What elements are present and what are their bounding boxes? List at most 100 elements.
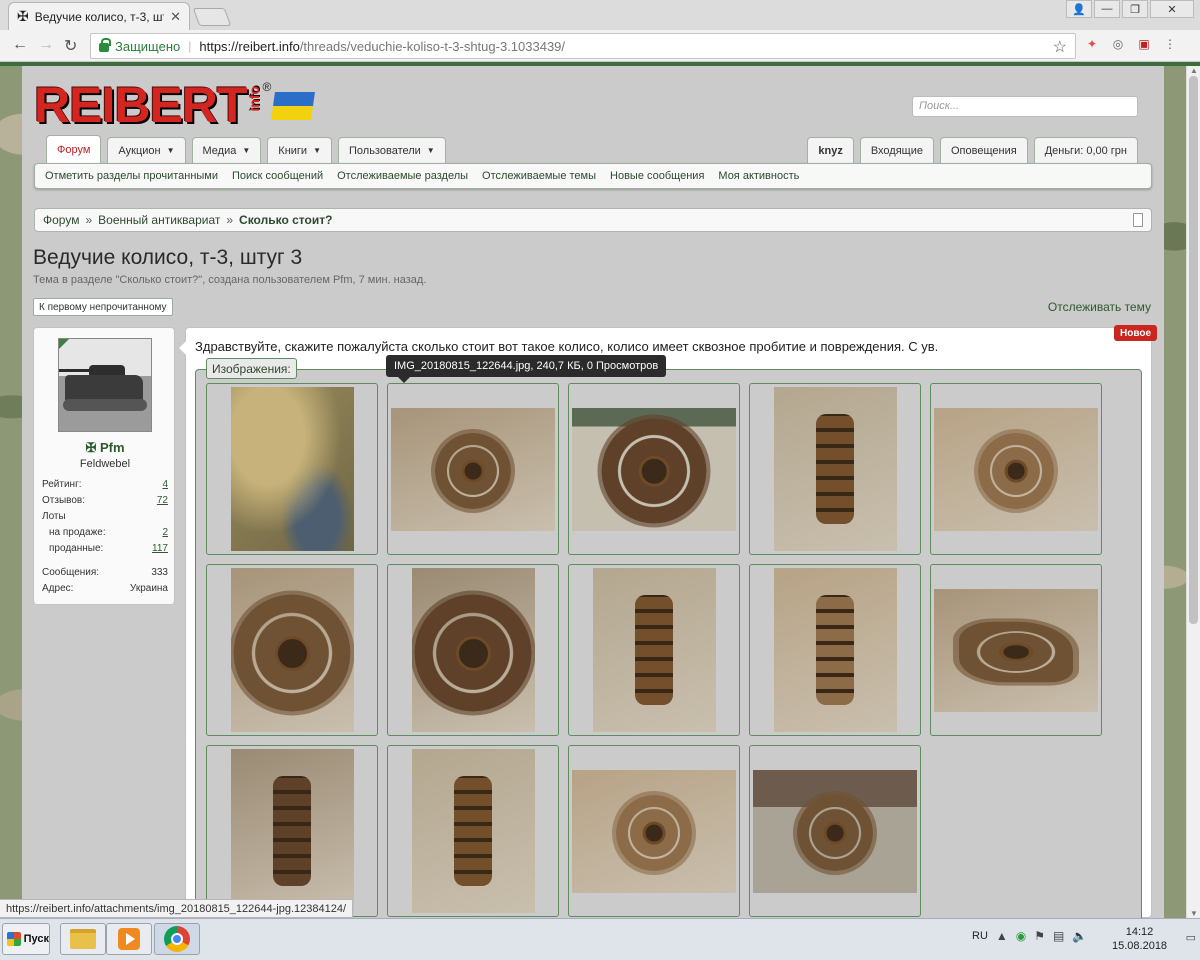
attachment-thumbnail[interactable] <box>206 564 378 736</box>
tray-app-icon[interactable]: ◉ <box>1016 929 1026 943</box>
subnav-watched-forums[interactable]: Отслеживаемые разделы <box>337 170 468 182</box>
taskbar-explorer[interactable] <box>60 923 106 955</box>
tab-media[interactable]: Медиа ▼ <box>191 137 262 163</box>
attachment-thumbnail[interactable] <box>749 745 921 917</box>
attachment-thumbnail[interactable] <box>930 383 1102 555</box>
author-name[interactable]: ✠ Pfm <box>34 440 176 456</box>
action-center-flag-icon[interactable]: ⚑ <box>1034 929 1045 943</box>
attachment-thumbnail[interactable] <box>568 745 740 917</box>
profile-icon[interactable]: 👤 <box>1066 0 1092 18</box>
scroll-down-icon[interactable]: ▼ <box>1190 909 1198 918</box>
breadcrumb-military[interactable]: Военный антиквариат <box>98 213 220 227</box>
author-stat-label: Отзывов: <box>42 494 85 506</box>
scrollbar-thumb[interactable] <box>1189 76 1198 624</box>
logo-suffix: info <box>246 86 263 112</box>
close-tab-icon[interactable]: ✕ <box>170 9 181 25</box>
sprocket-hub <box>274 635 310 671</box>
author-rank: Feldwebel <box>79 458 131 470</box>
tab-books[interactable]: Книги ▼ <box>267 137 332 163</box>
scroll-up-icon[interactable]: ▲ <box>1190 66 1198 75</box>
site-logo[interactable]: REIBERT info ® <box>34 80 316 130</box>
browser-tab[interactable]: ✠ Ведучие колисо, т-3, штуг ✕ <box>8 2 190 30</box>
chevron-down-icon: ▼ <box>166 146 175 155</box>
new-tab-button[interactable] <box>192 8 232 26</box>
browser-tab-title: Ведучие колисо, т-3, штуг <box>34 9 164 24</box>
subnav-my-activity[interactable]: Моя активность <box>718 170 799 182</box>
tab-money[interactable]: Деньги: 0,00 грн <box>1033 137 1138 163</box>
extension-shield-icon[interactable]: ▣ <box>1136 36 1152 52</box>
taskbar-chrome[interactable] <box>154 923 200 955</box>
media-player-icon <box>118 928 140 950</box>
forward-arrow-icon[interactable]: → <box>38 36 54 54</box>
tab-alerts[interactable]: Оповещения <box>939 137 1028 163</box>
attachment-thumbnail[interactable] <box>749 564 921 736</box>
close-window-icon[interactable]: ✕ <box>1150 0 1194 18</box>
taskbar-media-player[interactable] <box>106 923 152 955</box>
sprocket-hub <box>642 822 666 845</box>
extension-refresh-icon[interactable]: ◎ <box>1110 36 1126 52</box>
attachment-thumbnail[interactable] <box>930 564 1102 736</box>
first-unread-button[interactable]: К первому непрочитанному <box>33 298 173 316</box>
search-input[interactable]: Поиск... <box>912 96 1138 117</box>
page-icon[interactable] <box>1133 213 1143 227</box>
attachment-thumbnail[interactable] <box>387 564 559 736</box>
watch-thread-link[interactable]: Отслеживать тему <box>1048 300 1151 314</box>
volume-icon[interactable]: 🔈 <box>1072 929 1087 943</box>
author-stat-value[interactable]: 72 <box>157 495 168 506</box>
address-bar[interactable]: Защищено | https://reibert.info/threads/… <box>90 33 1076 59</box>
start-button[interactable]: Пуск <box>2 923 50 955</box>
breadcrumb-forum[interactable]: Форум <box>43 213 79 227</box>
tray-expand-icon[interactable]: ▲ <box>996 929 1008 943</box>
tab-username[interactable]: knyz <box>807 137 854 163</box>
attachment-thumbnail[interactable] <box>749 383 921 555</box>
start-label: Пуск <box>23 933 49 945</box>
notification-icon[interactable]: ▭ <box>1186 931 1196 944</box>
menu-icon[interactable]: ⋮ <box>1162 36 1178 52</box>
sprocket-hub <box>823 822 847 845</box>
tab-forum[interactable]: Форум <box>46 135 102 163</box>
tab-auction[interactable]: Аукцион ▼ <box>107 137 186 163</box>
author-stat-value: Украина <box>129 582 168 594</box>
attachment-thumbnail[interactable] <box>387 745 559 917</box>
extension-colorful-icon[interactable]: ✦ <box>1084 36 1100 52</box>
breadcrumb-current[interactable]: Сколько стоит? <box>239 213 332 227</box>
author-stat-value[interactable]: 2 <box>162 527 168 538</box>
post-message: Новое Здравствуйте, скажите пожалуйста с… <box>178 325 1157 918</box>
subnav-watched-threads[interactable]: Отслеживаемые темы <box>482 170 596 182</box>
attachment-thumbnail[interactable] <box>568 383 740 555</box>
author-stats: Рейтинг: 4 Отзывов: 72 Лоты на продаже: 2 прода… <box>42 476 168 596</box>
reload-icon[interactable]: ↻ <box>64 36 77 56</box>
clock[interactable]: 14:12 15.08.2018 <box>1112 925 1167 953</box>
language-indicator[interactable]: RU <box>972 930 988 942</box>
online-indicator <box>59 339 70 350</box>
tab-users[interactable]: Пользователи ▼ <box>338 137 446 163</box>
minimize-icon[interactable]: — <box>1094 0 1120 18</box>
sub-nav: Отметить разделы прочитанными Поиск сооб… <box>34 163 1152 189</box>
maximize-icon[interactable]: ❐ <box>1122 0 1148 18</box>
network-icon[interactable]: ▤ <box>1053 929 1064 943</box>
avatar[interactable] <box>58 338 152 432</box>
back-arrow-icon[interactable]: ← <box>12 36 28 54</box>
attachment-thumbnail[interactable] <box>387 383 559 555</box>
photo-sprocket-wide <box>572 407 736 531</box>
bookmark-star-icon[interactable]: ☆ <box>1053 37 1067 57</box>
vertical-scrollbar[interactable]: ▲ ▼ <box>1186 66 1200 918</box>
author-stat-value[interactable]: 117 <box>152 543 168 554</box>
author-stat-value[interactable]: 4 <box>162 479 168 490</box>
sprocket-wheel <box>978 433 1054 510</box>
subnav-search-messages[interactable]: Поиск сообщений <box>232 170 323 182</box>
subnav-mark-read[interactable]: Отметить разделы прочитанными <box>45 170 218 182</box>
attachment-thumbnail[interactable] <box>568 564 740 736</box>
attachment-thumbnail[interactable] <box>206 383 378 555</box>
photo-sprocket-edge-3 <box>230 749 354 913</box>
attachment-tooltip: IMG_20180815_122644.jpg, 240,7 КБ, 0 Про… <box>386 355 667 383</box>
chevron-down-icon: ▼ <box>313 146 321 155</box>
author-stat-value: 333 <box>151 566 168 578</box>
subnav-new-messages[interactable]: Новые сообщения <box>610 170 704 182</box>
tab-inbox[interactable]: Входящие <box>859 137 934 163</box>
tab-label: Книги <box>278 144 308 157</box>
attachment-thumbnail[interactable] <box>206 745 378 917</box>
sprocket-side-view <box>273 776 311 886</box>
chevron-down-icon: ▼ <box>242 146 251 155</box>
author-stat-row: на продаже: 2 <box>42 524 168 540</box>
